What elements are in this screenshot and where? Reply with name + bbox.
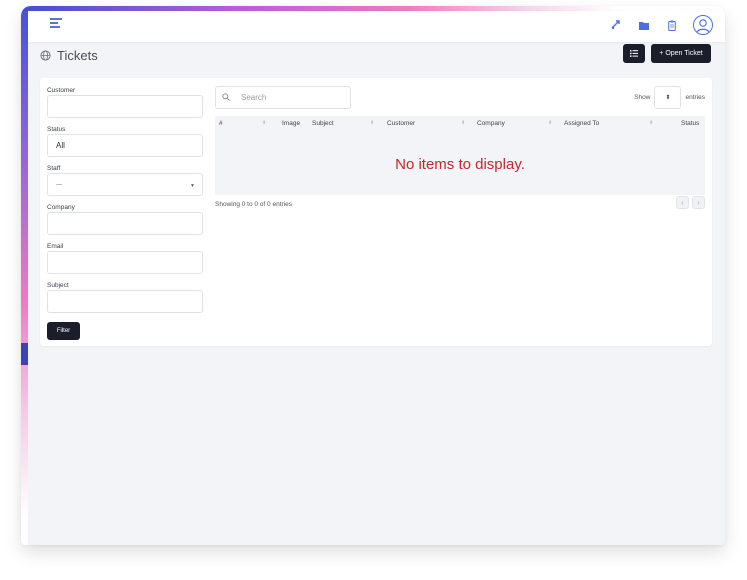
status-label: Status — [47, 126, 66, 133]
status-select[interactable]: All — [47, 134, 203, 157]
status-filter: Status All — [47, 125, 203, 157]
company-input[interactable] — [47, 212, 203, 235]
chevron-down-icon: ▼ — [190, 183, 195, 189]
tickets-table: # ⬍ Image Subject ⬍ Customer ⬍ Company ⬍… — [215, 116, 705, 195]
page-size-control: Show ⬍ entries — [634, 86, 705, 109]
staff-label: Staff — [47, 165, 61, 172]
pagination: ‹ › — [676, 196, 705, 209]
list-icon — [630, 50, 638, 57]
list-view-button[interactable] — [623, 44, 645, 63]
user-avatar-icon[interactable] — [693, 15, 713, 35]
show-label: Show — [634, 94, 651, 101]
column-header-customer[interactable]: Customer — [387, 120, 415, 127]
search-input[interactable]: Search — [236, 93, 266, 102]
column-header-assigned-to[interactable]: Assigned To — [564, 120, 599, 127]
page-size-select[interactable]: ⬍ — [654, 86, 682, 109]
email-filter: Email — [47, 242, 203, 274]
table-info: Showing 0 to 0 of 0 entries — [215, 201, 292, 208]
customer-input[interactable] — [47, 95, 203, 118]
sort-updown-icon: ⬍ — [665, 95, 671, 101]
tickets-card: Customer Status All Staff --- ▼ Company … — [40, 78, 712, 346]
company-label: Company — [47, 204, 75, 211]
email-label: Email — [47, 243, 64, 250]
email-input[interactable] — [47, 251, 203, 274]
column-header-company[interactable]: Company — [477, 120, 505, 127]
sort-icon: ⬍ — [370, 120, 375, 126]
company-filter: Company — [47, 203, 203, 235]
previous-page-button[interactable]: ‹ — [676, 196, 689, 209]
customer-filter: Customer — [47, 86, 203, 118]
column-header-image[interactable]: Image — [282, 120, 300, 127]
sort-icon: ⬍ — [649, 120, 654, 126]
subject-input[interactable] — [47, 290, 203, 313]
filter-panel: Customer Status All Staff --- ▼ Company … — [47, 86, 203, 340]
empty-table-message: No items to display. — [395, 156, 525, 173]
staff-select[interactable]: --- ▼ — [47, 173, 203, 196]
top-navbar — [28, 11, 725, 42]
open-ticket-button[interactable]: + Open Ticket — [651, 44, 711, 63]
search-icon — [216, 92, 236, 103]
subject-label: Subject — [47, 282, 69, 289]
globe-icon — [40, 50, 51, 61]
open-ticket-label: + Open Ticket — [659, 50, 703, 57]
shuffle-icon[interactable] — [609, 18, 623, 32]
sidebar-strip — [21, 6, 28, 545]
app-window: Tickets + Open Ticket Customer Status Al… — [21, 6, 725, 545]
navbar-icons — [609, 15, 713, 35]
sort-icon: ⬍ — [461, 120, 466, 126]
menu-icon[interactable] — [50, 18, 62, 30]
filter-button[interactable]: Filter — [47, 322, 80, 340]
next-page-button[interactable]: › — [692, 196, 705, 209]
folder-icon[interactable] — [637, 18, 651, 32]
sort-icon: ⬍ — [262, 120, 267, 126]
status-value: All — [56, 141, 65, 150]
clipboard-icon[interactable] — [665, 18, 679, 32]
column-header-subject[interactable]: Subject — [312, 120, 334, 127]
customer-label: Customer — [47, 87, 76, 94]
search-box[interactable]: Search — [215, 86, 351, 109]
entries-label: entries — [685, 94, 705, 101]
sidebar-active-indicator[interactable] — [21, 343, 28, 365]
sort-icon: ⬍ — [548, 120, 553, 126]
staff-filter: Staff --- ▼ — [47, 164, 203, 196]
subject-filter: Subject — [47, 281, 203, 313]
page-title: Tickets — [57, 48, 98, 63]
page-heading: Tickets — [40, 48, 98, 63]
column-header-status[interactable]: Status — [681, 120, 699, 127]
staff-value: --- — [56, 181, 62, 188]
table-header: # ⬍ Image Subject ⬍ Customer ⬍ Company ⬍… — [215, 116, 705, 129]
column-header-number[interactable]: # — [219, 120, 223, 127]
